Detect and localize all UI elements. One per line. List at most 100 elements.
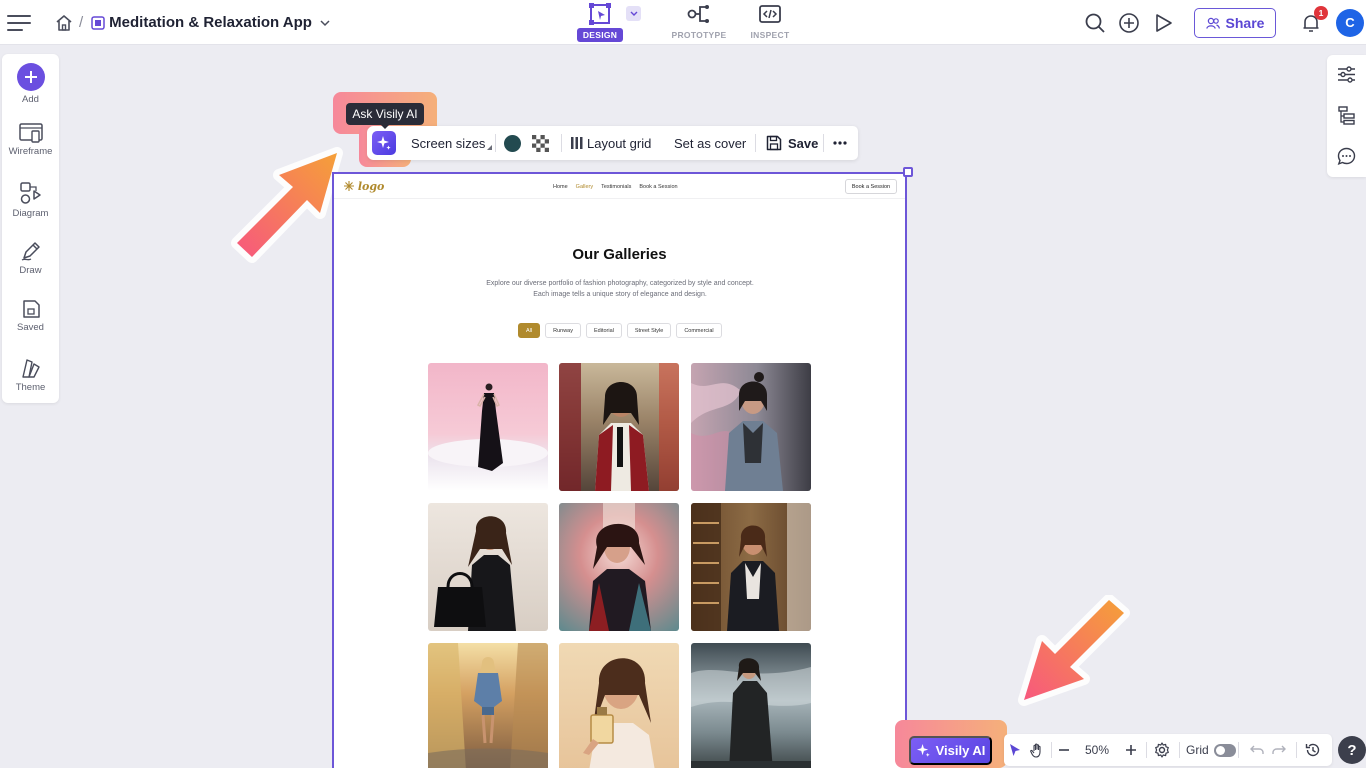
filter-all[interactable]: All (518, 323, 541, 338)
menu-icon[interactable] (7, 13, 31, 33)
layout-grid-button[interactable]: Layout grid (571, 126, 651, 160)
notification-badge: 1 (1314, 5, 1328, 20)
minus-icon (1059, 749, 1069, 751)
tool-draw[interactable]: Draw (2, 240, 59, 276)
mode-inspect[interactable]: INSPECT (735, 0, 805, 45)
grid-toggle-switch[interactable] (1213, 743, 1236, 757)
comment-icon[interactable] (1337, 147, 1356, 166)
book-session-button[interactable]: Book a Session (845, 179, 897, 194)
save-frame-button[interactable]: Save (766, 126, 818, 160)
canvas-settings-button[interactable] (1154, 734, 1170, 766)
design-frame[interactable]: logo Home Gallery Testimonials Book a Se… (332, 172, 907, 768)
gear-icon (1155, 742, 1169, 758)
corner-caret-icon (487, 144, 493, 150)
sliders-icon[interactable] (1337, 65, 1356, 84)
mode-dropdown[interactable] (626, 6, 641, 21)
controls-separator (1179, 742, 1180, 758)
mode-prototype-label: PROTOTYPE (671, 30, 727, 40)
save-label: Save (788, 135, 819, 151)
gallery-photo[interactable] (559, 503, 679, 631)
frame-resize-handle[interactable] (903, 167, 913, 177)
plus-icon (1126, 745, 1136, 755)
gallery-photo[interactable] (428, 363, 548, 491)
chevron-down-icon[interactable] (320, 18, 330, 28)
visily-ai-button[interactable]: Visily AI (909, 736, 992, 765)
home-icon[interactable] (55, 14, 73, 32)
filter-editorial[interactable]: Editorial (586, 323, 622, 338)
street-denim-model-image (428, 643, 548, 768)
undo-button[interactable] (1250, 734, 1264, 766)
top-bar-right: Share 1 C (1084, 0, 1366, 45)
tool-saved[interactable]: Saved (2, 299, 59, 333)
screen-sizes-label: Screen sizes (411, 135, 486, 151)
canvas-controls: 50% Grid (1004, 734, 1332, 766)
tool-diagram[interactable]: Diagram (2, 181, 59, 219)
project-title[interactable]: Meditation & Relaxation App (109, 14, 312, 31)
site-nav-book[interactable]: Book a Session (639, 184, 677, 190)
editorial-portrait-image (589, 503, 651, 631)
share-label: Share (1225, 14, 1265, 31)
mode-design-label: DESIGN (576, 28, 624, 42)
help-button[interactable]: ? (1338, 736, 1366, 764)
gallery-photo[interactable] (691, 643, 811, 768)
site-nav-home[interactable]: Home (553, 184, 568, 190)
mode-inspect-label: INSPECT (750, 30, 790, 40)
avatar[interactable]: C (1336, 8, 1364, 37)
top-bar: / Meditation & Relaxation App DESIGN PRO… (0, 0, 1366, 45)
gallery-photo[interactable] (691, 363, 811, 491)
transparency-button[interactable] (532, 126, 549, 160)
zoom-in-button[interactable] (1125, 734, 1137, 766)
redo-button[interactable] (1272, 734, 1286, 766)
theme-icon (21, 359, 40, 378)
mode-prototype[interactable]: PROTOTYPE (657, 0, 741, 45)
gallery-photo[interactable] (428, 503, 548, 631)
plus-icon (16, 63, 45, 91)
top-bar-left: / Meditation & Relaxation App (0, 0, 330, 45)
more-options-button[interactable] (833, 126, 847, 160)
site-nav-gallery[interactable]: Gallery (576, 184, 593, 190)
filter-street-style[interactable]: Street Style (626, 323, 672, 338)
history-button[interactable] (1305, 734, 1321, 766)
tool-add[interactable]: Add (2, 63, 59, 105)
perfume-model-image (583, 658, 655, 768)
site-nav-testimonials[interactable]: Testimonials (601, 184, 631, 190)
mode-design[interactable]: DESIGN (576, 0, 624, 45)
chevron-down-icon (630, 11, 637, 16)
gallery-description: Explore our diverse portfolio of fashion… (486, 280, 754, 298)
redo-icon (1272, 745, 1286, 754)
site-logo[interactable]: logo (344, 180, 384, 193)
filter-commercial[interactable]: Commercial (676, 323, 722, 338)
share-button[interactable]: Share (1194, 7, 1276, 38)
fill-color-button[interactable] (504, 126, 521, 160)
tool-wireframe[interactable]: Wireframe (2, 123, 59, 157)
right-panel (1327, 55, 1366, 177)
transparency-icon (532, 134, 549, 152)
gallery-photo[interactable] (428, 643, 548, 768)
filter-runway[interactable]: Runway (545, 323, 581, 338)
users-icon (1205, 17, 1220, 29)
hand-tool-button[interactable] (1030, 734, 1044, 766)
tool-theme[interactable]: Theme (2, 357, 59, 393)
zoom-level[interactable]: 50% (1085, 734, 1109, 766)
gallery-photo[interactable] (691, 503, 811, 631)
left-tool-panel: Add Wireframe Diagram Draw Saved Theme (2, 54, 59, 403)
select-tool-button[interactable] (1008, 734, 1022, 766)
tool-saved-label: Saved (17, 322, 44, 333)
cursor-icon (1010, 744, 1020, 756)
search-icon[interactable] (1084, 12, 1106, 34)
editorial-model-image (691, 372, 783, 491)
screen-sizes-button[interactable]: Screen sizes (411, 126, 493, 160)
set-as-cover-button[interactable]: Set as cover (674, 126, 746, 160)
zoom-out-button[interactable] (1058, 734, 1070, 766)
add-comment-icon[interactable] (1118, 12, 1140, 34)
toolbar-separator (561, 134, 562, 152)
play-icon[interactable] (1152, 12, 1174, 34)
gallery-photo[interactable] (559, 363, 679, 491)
layers-icon[interactable] (1337, 106, 1356, 125)
grid-label: Grid (1186, 743, 1209, 757)
grid-toggle[interactable]: Grid (1186, 734, 1236, 766)
notifications-button[interactable]: 1 (1300, 5, 1328, 34)
gallery-photo[interactable] (559, 643, 679, 768)
breadcrumb-separator: / (79, 14, 84, 31)
ask-ai-button[interactable] (372, 131, 396, 155)
